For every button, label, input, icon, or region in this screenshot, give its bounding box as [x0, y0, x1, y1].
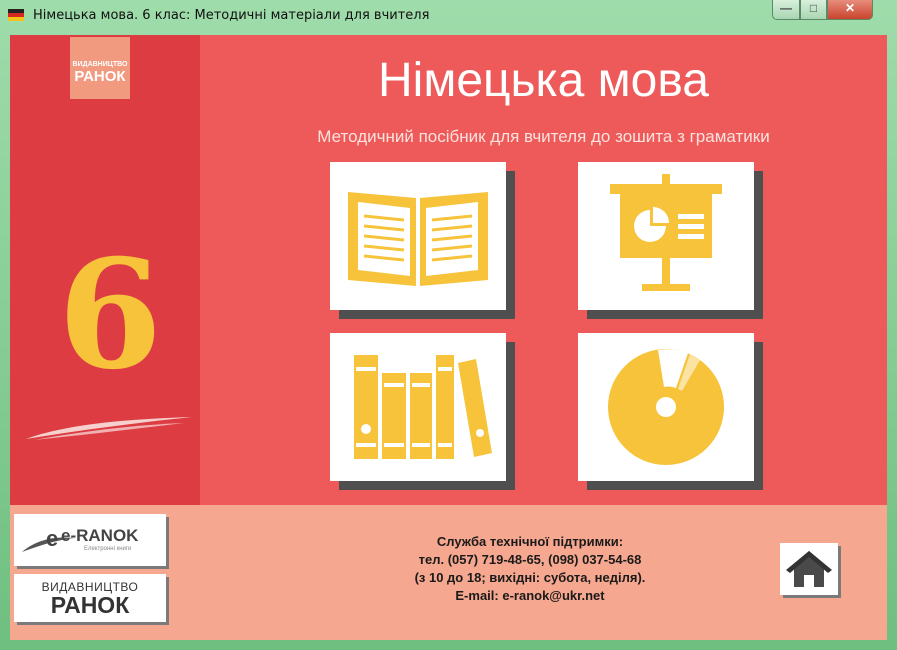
open-book-icon — [348, 192, 488, 286]
home-button[interactable] — [780, 543, 838, 595]
support-hours: (з 10 до 18; вихідні: субота, неділя). — [414, 570, 646, 585]
window-title: Німецька мова. 6 клас: Методичні матеріа… — [33, 8, 430, 23]
app-content: ВИДАВНИЦТВО РАНОК 6 Німецька мова Методи… — [10, 35, 887, 640]
ranok-logo-big: РАНОК — [50, 592, 130, 618]
german-flag-icon — [8, 9, 24, 21]
menu-tile-disc[interactable] — [578, 333, 754, 481]
swoosh-decoration — [26, 417, 192, 440]
maximize-icon: □ — [809, 1, 818, 15]
publisher-badge-small: ВИДАВНИЦТВО — [72, 61, 128, 68]
support-phones: тел. (057) 719-48-65, (098) 037-54-68 — [418, 552, 642, 567]
minimize-button[interactable]: — — [772, 0, 800, 20]
minimize-icon: — — [780, 1, 792, 15]
eranok-logo-text: e-RANOK — [61, 526, 139, 545]
close-icon: ✕ — [844, 1, 856, 15]
svg-text:e: e — [46, 526, 58, 551]
ranok-logo[interactable]: ВИДАВНИЦТВО РАНОК — [14, 574, 166, 622]
disc-icon — [608, 349, 724, 465]
support-info: Служба технічної підтримки: тел. (057) 7… — [340, 533, 720, 605]
eranok-logo[interactable]: e e-RANOK Електронні книги — [14, 514, 166, 566]
eranok-logo-tagline: Електронні книги — [84, 546, 132, 552]
library-books-icon — [354, 355, 492, 459]
page-subtitle: Методичний посібник для вчителя до зошит… — [317, 127, 770, 146]
publisher-badge-big: РАНОК — [74, 68, 126, 85]
menu-tile-book[interactable] — [330, 162, 506, 310]
close-button[interactable]: ✕ — [827, 0, 873, 20]
grade-number: 6 — [57, 227, 163, 403]
maximize-button[interactable]: □ — [800, 0, 827, 20]
menu-tile-presentation[interactable] — [578, 162, 754, 310]
presentation-board-icon — [610, 174, 722, 291]
page-title: Німецька мова — [378, 54, 709, 107]
app-window: Німецька мова. 6 клас: Методичні матеріа… — [0, 0, 897, 650]
grade-band: ВИДАВНИЦТВО РАНОК 6 — [10, 35, 200, 505]
title-bar[interactable]: Німецька мова. 6 клас: Методичні матеріа… — [0, 0, 897, 32]
footer: e e-RANOK Електронні книги ВИДАВНИЦТВО Р… — [10, 505, 887, 640]
support-email: E-mail: e-ranok@ukr.net — [455, 588, 605, 603]
home-icon — [786, 551, 832, 587]
support-heading: Служба технічної підтримки: — [436, 534, 624, 549]
menu-tile-library[interactable] — [330, 333, 506, 481]
publisher-badge: ВИДАВНИЦТВО РАНОК — [70, 37, 130, 99]
